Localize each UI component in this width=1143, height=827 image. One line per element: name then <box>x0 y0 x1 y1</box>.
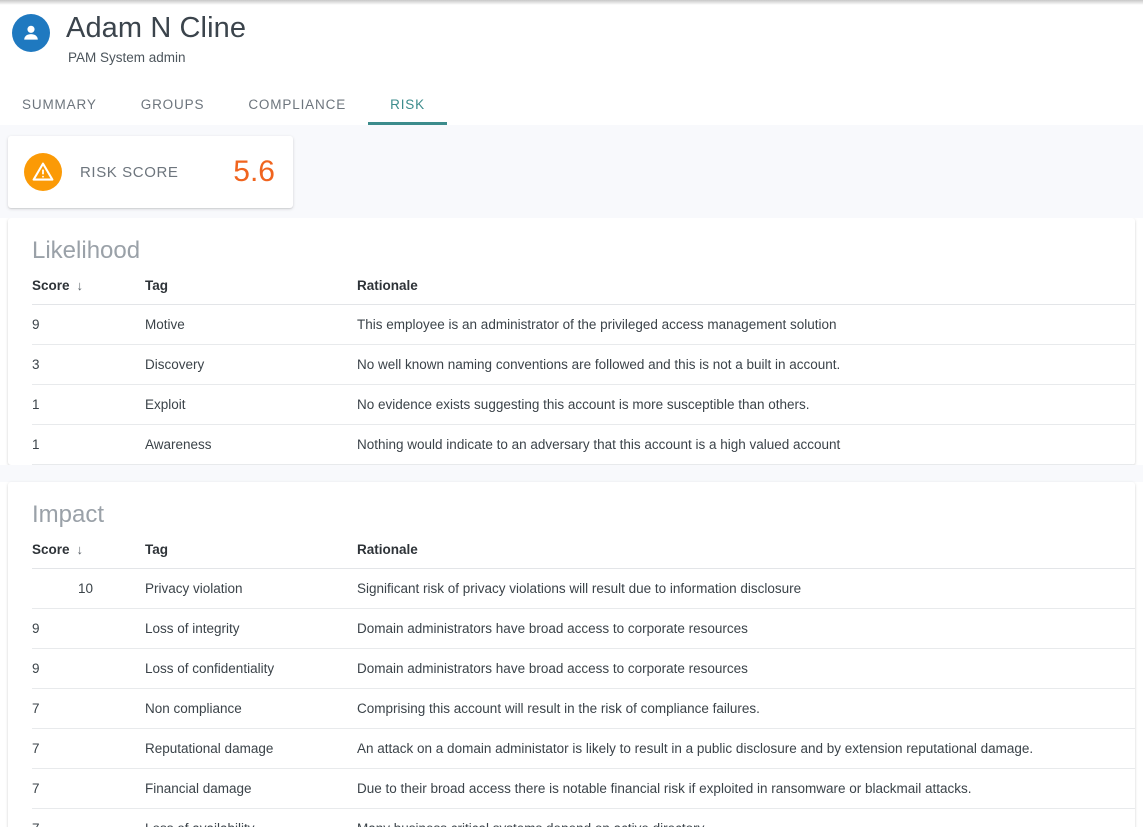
cell-score: 9 <box>32 648 145 689</box>
risk-score-card: RISK SCORE 5.6 <box>8 136 293 208</box>
tab-risk[interactable]: RISK <box>368 97 447 125</box>
table-row[interactable]: 7 Non compliance Comprising this account… <box>32 688 1135 729</box>
cell-rationale: No evidence exists suggesting this accou… <box>357 384 1135 425</box>
risk-score-label: RISK SCORE <box>80 163 179 181</box>
cell-score: 3 <box>32 344 145 385</box>
page-header: Adam N Cline PAM System admin SUMMARY GR… <box>0 0 1143 125</box>
warning-triangle-icon <box>24 153 62 191</box>
cell-tag: Motive <box>145 304 357 345</box>
tab-summary[interactable]: SUMMARY <box>0 97 119 125</box>
cell-rationale: No well known naming conventions are fol… <box>357 344 1135 385</box>
cell-tag: Exploit <box>145 384 357 425</box>
avatar <box>12 14 50 52</box>
cell-score: 7 <box>32 688 145 729</box>
risk-score-value: 5.6 <box>233 155 275 188</box>
cell-tag: Financial damage <box>145 768 357 809</box>
arrow-down-icon: ↓ <box>76 278 84 293</box>
cell-tag: Awareness <box>145 424 357 465</box>
tab-compliance[interactable]: COMPLIANCE <box>226 97 368 125</box>
impact-table-wrap: Score ↓ Tag Rationale 10 Privacy violatio… <box>8 530 1135 827</box>
column-header-score-label: Score <box>32 278 70 293</box>
cell-tag: Discovery <box>145 344 357 385</box>
table-row[interactable]: 1 Awareness Nothing would indicate to an… <box>32 424 1135 465</box>
cell-rationale: This employee is an administrator of the… <box>357 304 1135 345</box>
cell-rationale: Domain administrators have broad access … <box>357 648 1135 689</box>
cell-score: 9 <box>32 608 145 649</box>
impact-card: Impact Score ↓ Tag Rationale 10 Privacy v <box>8 482 1135 827</box>
table-row[interactable]: 3 Discovery No well known naming convent… <box>32 344 1135 385</box>
arrow-down-icon: ↓ <box>76 542 84 557</box>
cell-rationale: Domain administrators have broad access … <box>357 608 1135 649</box>
impact-title: Impact <box>32 501 105 528</box>
table-row[interactable]: 9 Motive This employee is an administrat… <box>32 304 1135 345</box>
impact-table: Score ↓ Tag Rationale 10 Privacy violatio… <box>32 530 1135 827</box>
identity-text: Adam N Cline PAM System admin <box>66 11 246 67</box>
cell-rationale: Due to their broad access there is notab… <box>357 768 1135 809</box>
person-icon <box>20 22 42 44</box>
cell-score: 10 <box>32 568 145 609</box>
table-header-row: Score ↓ Tag Rationale <box>32 266 1135 305</box>
cell-tag: Reputational damage <box>145 728 357 769</box>
user-identity: Adam N Cline PAM System admin <box>0 0 1143 67</box>
column-header-rationale[interactable]: Rationale <box>357 266 1135 305</box>
cell-rationale: Significant risk of privacy violations w… <box>357 568 1135 609</box>
user-role: PAM System admin <box>68 50 186 65</box>
table-row[interactable]: 1 Exploit No evidence exists suggesting … <box>32 384 1135 425</box>
column-header-score-label: Score <box>32 542 70 557</box>
cell-rationale: Comprising this account will result in t… <box>357 688 1135 729</box>
risk-score-band: RISK SCORE 5.6 <box>0 125 1143 218</box>
cell-tag: Privacy violation <box>145 568 357 609</box>
section-gap <box>0 465 1143 482</box>
table-row[interactable]: 9 Loss of integrity Domain administrator… <box>32 608 1135 649</box>
table-header-row: Score ↓ Tag Rationale <box>32 530 1135 569</box>
table-row[interactable]: 7 Financial damage Due to their broad ac… <box>32 768 1135 809</box>
cell-rationale: Many business critical systems depend on… <box>357 808 1135 827</box>
cell-tag: Loss of confidentiality <box>145 648 357 689</box>
column-header-score[interactable]: Score ↓ <box>32 266 145 305</box>
cell-score: 7 <box>32 768 145 809</box>
page-title: Adam N Cline <box>66 12 247 44</box>
table-row[interactable]: 7 Reputational damage An attack on a dom… <box>32 728 1135 769</box>
cell-tag: Loss of integrity <box>145 608 357 649</box>
column-header-score[interactable]: Score ↓ <box>32 530 145 569</box>
cell-rationale: Nothing would indicate to an adversary t… <box>357 424 1135 465</box>
column-header-tag[interactable]: Tag <box>145 530 357 569</box>
column-header-tag[interactable]: Tag <box>145 266 357 305</box>
cell-score: 9 <box>32 304 145 345</box>
cell-score: 1 <box>32 424 145 465</box>
cell-rationale: An attack on a domain administator is li… <box>357 728 1135 769</box>
risk-page: Adam N Cline PAM System admin SUMMARY GR… <box>0 0 1143 827</box>
table-row[interactable]: 7 Loss of availability Many business cri… <box>32 808 1135 827</box>
table-row[interactable]: 9 Loss of confidentiality Domain adminis… <box>32 648 1135 689</box>
tab-bar: SUMMARY GROUPS COMPLIANCE RISK <box>0 83 447 125</box>
cell-score: 7 <box>32 728 145 769</box>
likelihood-title: Likelihood <box>32 237 141 264</box>
tab-groups[interactable]: GROUPS <box>119 97 227 125</box>
table-row[interactable]: 10 Privacy violation Significant risk of… <box>32 568 1135 609</box>
cell-score: 1 <box>32 384 145 425</box>
cell-score: 7 <box>32 808 145 827</box>
cell-tag: Non compliance <box>145 688 357 729</box>
likelihood-table-wrap: Score ↓ Tag Rationale 9 Motive This emplo… <box>8 266 1135 465</box>
cell-tag: Loss of availability <box>145 808 357 827</box>
column-header-rationale[interactable]: Rationale <box>357 530 1135 569</box>
likelihood-table: Score ↓ Tag Rationale 9 Motive This emplo… <box>32 266 1135 465</box>
likelihood-card: Likelihood Score ↓ Tag Rationale 9 Motive <box>8 218 1135 465</box>
